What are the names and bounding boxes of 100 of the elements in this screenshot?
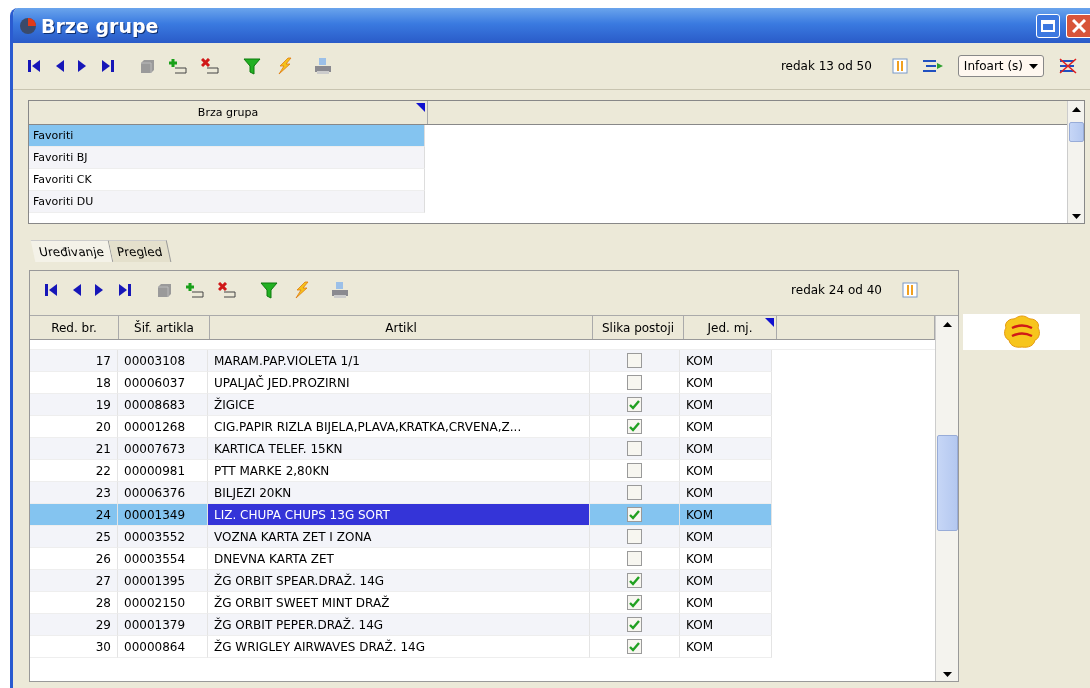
table-cell: 00007673 — [118, 438, 208, 460]
last-record-icon[interactable] — [118, 283, 132, 297]
table-cell: ŽG ORBIT PEPER.DRAŽ. 14G — [208, 614, 590, 636]
app-icon — [19, 16, 37, 35]
table-cell: KOM — [680, 592, 772, 614]
tab[interactable]: Pregled — [108, 240, 171, 262]
checkbox[interactable] — [627, 353, 642, 368]
table-cell: 21 — [30, 438, 118, 460]
table-cell: KOM — [680, 548, 772, 570]
checkbox[interactable] — [627, 573, 642, 588]
table-cell: 00003552 — [118, 526, 208, 548]
table-cell: 23 — [30, 482, 118, 504]
table-cell: 20 — [30, 416, 118, 438]
table-cell: KOM — [680, 394, 772, 416]
close-button[interactable] — [1066, 13, 1090, 38]
column-header[interactable]: Red. br. — [30, 316, 119, 339]
column-header[interactable]: Artikl — [210, 316, 593, 339]
column-header[interactable]: Brza grupa — [29, 101, 428, 124]
tab[interactable]: Uređivanje — [30, 240, 113, 262]
group-row[interactable]: Favoriti CK — [29, 169, 425, 191]
table-cell: BILJEZI 20KN — [208, 482, 590, 504]
first-record-icon[interactable] — [27, 59, 41, 73]
logo-drawing — [1002, 315, 1041, 349]
stack-icon[interactable] — [156, 282, 172, 298]
table-cell: 18 — [30, 372, 118, 394]
checkbox[interactable] — [627, 595, 642, 610]
table-cell: CIG.PAPIR RIZLA BIJELA,PLAVA,KRATKA,CRVENA,Z... — [208, 416, 590, 438]
checkbox[interactable] — [627, 397, 642, 412]
table-cell: 27 — [30, 570, 118, 592]
previous-record-icon[interactable] — [72, 283, 81, 297]
table-cell: 00001379 — [118, 614, 208, 636]
table-cell: KOM — [680, 350, 772, 372]
scrollbar[interactable] — [935, 316, 958, 681]
group-row[interactable]: Favoriti — [29, 125, 425, 147]
table-cell: DNEVNA KARTA ZET — [208, 548, 590, 570]
checkbox[interactable] — [627, 639, 642, 654]
restore-button[interactable] — [1036, 13, 1060, 38]
record-counter: redak 13 od 50 — [780, 59, 872, 73]
add-row-icon[interactable] — [186, 282, 204, 298]
filter-icon[interactable] — [243, 57, 261, 75]
first-record-icon[interactable] — [44, 283, 58, 297]
table-cell: VOZNA KARTA ZET I ZONA — [208, 526, 590, 548]
table-cell: 24 — [30, 504, 118, 526]
scroll-thumb[interactable] — [936, 435, 958, 531]
table-cell: 28 — [30, 592, 118, 614]
checkbox[interactable] — [627, 375, 642, 390]
group-row[interactable]: Favoriti BJ — [29, 147, 425, 169]
previous-record-icon[interactable] — [55, 59, 64, 73]
clear-list-icon[interactable] — [1058, 58, 1078, 74]
next-record-icon[interactable] — [78, 59, 87, 73]
checkbox[interactable] — [627, 617, 642, 632]
next-record-icon[interactable] — [95, 283, 104, 297]
table-cell: 00000981 — [118, 460, 208, 482]
checkbox[interactable] — [627, 507, 642, 522]
table-cell: ŽG ORBIT SWEET MINT DRAŽ — [208, 592, 590, 614]
window-title: Brze grupe — [41, 14, 159, 37]
table-cell: KOM — [680, 416, 772, 438]
column-header[interactable]: Jed. mj. — [684, 316, 777, 339]
column-header[interactable]: Šif. artikla — [119, 316, 210, 339]
table-cell: 00003108 — [118, 350, 208, 372]
checkbox[interactable] — [627, 463, 642, 478]
scroll-down-icon[interactable] — [942, 672, 952, 677]
scroll-thumb[interactable] — [1068, 122, 1084, 142]
table-cell: KOM — [680, 504, 772, 526]
scroll-down-icon[interactable] — [1071, 214, 1081, 219]
table-cell: ŽG WRIGLEY AIRWAVES DRAŽ. 14G — [208, 636, 590, 658]
table-cell: PTT MARKE 2,80KN — [208, 460, 590, 482]
checkbox[interactable] — [627, 441, 642, 456]
printer-icon[interactable] — [313, 57, 333, 75]
scrollbar[interactable] — [1067, 101, 1084, 223]
table-cell: 00000864 — [118, 636, 208, 658]
delete-row-icon[interactable] — [218, 282, 236, 298]
table-cell: KOM — [680, 438, 772, 460]
checkbox[interactable] — [627, 419, 642, 434]
table-cell: 00002150 — [118, 592, 208, 614]
group-row[interactable]: Favoriti DU — [29, 191, 425, 213]
stack-icon[interactable] — [139, 58, 155, 74]
table-cell: 29 — [30, 614, 118, 636]
source-dropdown[interactable]: Infoart (s) — [957, 55, 1044, 77]
delete-row-icon[interactable] — [201, 58, 219, 74]
filter-icon[interactable] — [260, 281, 278, 299]
table-cell: 00006376 — [118, 482, 208, 504]
table-cell: 00008683 — [118, 394, 208, 416]
checkbox[interactable] — [627, 485, 642, 500]
table-cell: KOM — [680, 460, 772, 482]
column-header[interactable]: Slika postoji — [593, 316, 684, 339]
table-cell: LIZ. CHUPA CHUPS 13G SORT — [208, 504, 590, 526]
table-cell: UPALJAČ JED.PROZIRNI — [208, 372, 590, 394]
checkbox[interactable] — [627, 529, 642, 544]
caret-icon — [1029, 63, 1038, 69]
record-counter: redak 24 od 40 — [791, 283, 882, 297]
add-row-icon[interactable] — [169, 58, 187, 74]
scroll-up-icon[interactable] — [1071, 107, 1081, 112]
list-arrow-icon[interactable] — [921, 59, 944, 73]
columns-icon[interactable] — [902, 282, 918, 298]
scroll-up-icon[interactable] — [942, 322, 952, 327]
columns-icon[interactable] — [891, 58, 908, 74]
checkbox[interactable] — [627, 551, 642, 566]
last-record-icon[interactable] — [101, 59, 115, 73]
printer-icon[interactable] — [330, 281, 350, 299]
